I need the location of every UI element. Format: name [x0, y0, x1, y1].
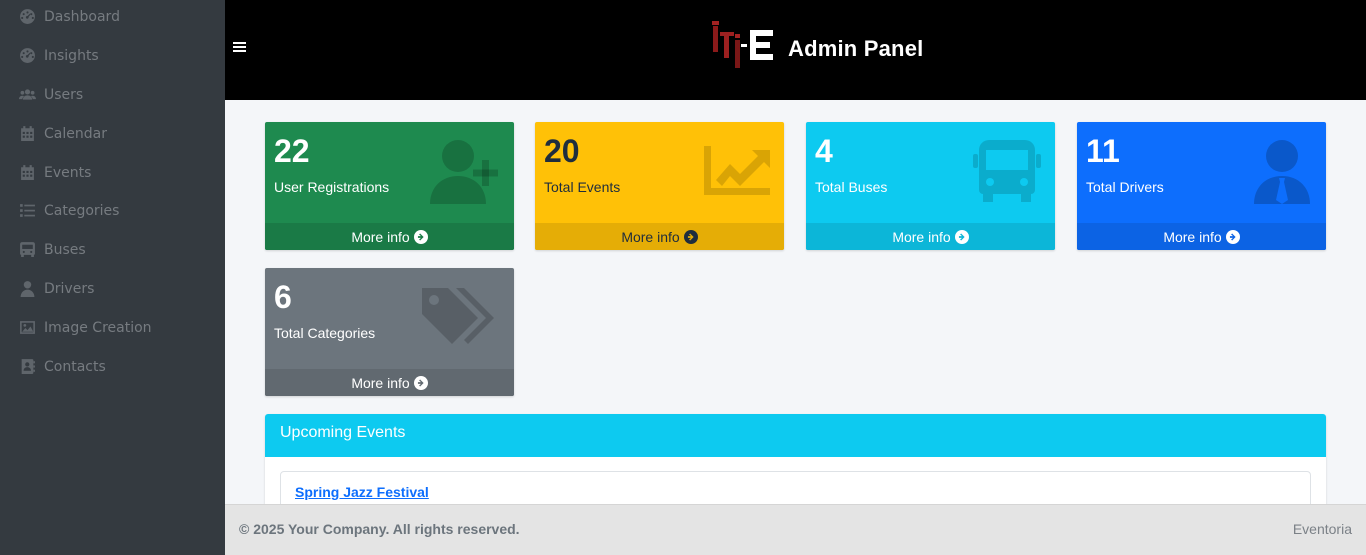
calendar-icon: [18, 164, 36, 182]
sidebar-item-calendar[interactable]: Calendar: [0, 114, 225, 153]
more-info-link[interactable]: More info: [265, 223, 514, 250]
sidebar-item-image-creation[interactable]: Image Creation: [0, 308, 225, 347]
more-info-link[interactable]: More info: [265, 369, 514, 396]
menu-toggle-button[interactable]: [233, 40, 247, 56]
sidebar: Dashboard Insights Users Calendar Events…: [0, 0, 225, 555]
tags-icon: [422, 288, 494, 344]
user-plus-icon: [430, 140, 498, 204]
insights-icon: [18, 47, 36, 65]
sidebar-item-buses[interactable]: Buses: [0, 230, 225, 269]
dashboard-icon: [18, 8, 36, 26]
sidebar-item-label: Buses: [44, 241, 86, 258]
sidebar-item-label: Categories: [44, 202, 120, 219]
address-book-icon: [18, 358, 36, 376]
arrow-circle-right-icon: [1225, 229, 1240, 244]
stat-card-total-events: 20 Total Events More info: [535, 122, 784, 250]
stat-value: 11: [1086, 133, 1120, 169]
sidebar-item-drivers[interactable]: Drivers: [0, 269, 225, 308]
list-icon: [18, 202, 36, 220]
image-icon: [18, 319, 36, 337]
page-title: Admin Panel: [788, 36, 924, 61]
upcoming-events-card: Upcoming Events Spring Jazz Festival: [265, 414, 1326, 514]
sidebar-item-label: Image Creation: [44, 319, 152, 336]
footer: © 2025 Your Company. All rights reserved…: [225, 504, 1366, 555]
stat-label: User Registrations: [274, 179, 390, 195]
user-icon: [18, 280, 36, 298]
sidebar-item-label: Insights: [44, 47, 99, 64]
stat-label: Total Buses: [815, 179, 888, 195]
stat-value: 20: [544, 133, 580, 169]
stat-label: Total Categories: [274, 325, 376, 341]
sidebar-item-label: Drivers: [44, 280, 95, 297]
sidebar-item-label: Contacts: [44, 358, 106, 375]
bus-icon: [18, 241, 36, 259]
copyright-text: © 2025 Your Company. All rights reserved…: [239, 521, 520, 537]
brand-logo: [712, 21, 773, 68]
more-info-link[interactable]: More info: [806, 223, 1055, 250]
calendar-icon: [18, 125, 36, 143]
stat-card-user-registrations: 22 User Registrations More info: [265, 122, 514, 250]
arrow-circle-right-icon: [413, 375, 428, 390]
stat-value: 6: [274, 279, 292, 315]
sidebar-item-contacts[interactable]: Contacts: [0, 347, 225, 386]
arrow-circle-right-icon: [683, 229, 698, 244]
footer-brand: Eventoria: [1292, 521, 1352, 537]
users-icon: [18, 86, 36, 104]
stat-card-total-drivers: 11 Total Drivers More info: [1077, 122, 1326, 250]
sidebar-item-insights[interactable]: Insights: [0, 36, 225, 75]
stat-label: Total Events: [544, 179, 621, 195]
sidebar-item-label: Dashboard: [44, 8, 120, 25]
stat-card-total-buses: 4 Total Buses More info: [806, 122, 1055, 250]
sidebar-item-categories[interactable]: Categories: [0, 191, 225, 230]
stat-label: Total Drivers: [1086, 179, 1164, 195]
sidebar-item-events[interactable]: Events: [0, 153, 225, 192]
stat-card-total-categories: 6 Total Categories More info: [265, 268, 514, 396]
user-tie-icon: [1254, 140, 1310, 204]
stat-value: 4: [815, 133, 833, 169]
sidebar-item-dashboard[interactable]: Dashboard: [0, 0, 225, 36]
more-info-link[interactable]: More info: [1077, 223, 1326, 250]
sidebar-item-label: Users: [44, 86, 84, 103]
more-info-link[interactable]: More info: [535, 223, 784, 250]
sidebar-item-label: Calendar: [44, 125, 107, 142]
top-navbar: Admin Panel: [225, 0, 1366, 100]
stat-value: 22: [274, 133, 310, 169]
sidebar-item-users[interactable]: Users: [0, 75, 225, 114]
arrow-circle-right-icon: [954, 229, 969, 244]
sidebar-item-label: Events: [44, 164, 92, 181]
event-link[interactable]: Spring Jazz Festival: [295, 484, 429, 500]
chart-line-icon: [704, 146, 770, 195]
upcoming-events-title: Upcoming Events: [265, 414, 1326, 457]
bus-icon: [973, 140, 1041, 202]
arrow-circle-right-icon: [413, 229, 428, 244]
